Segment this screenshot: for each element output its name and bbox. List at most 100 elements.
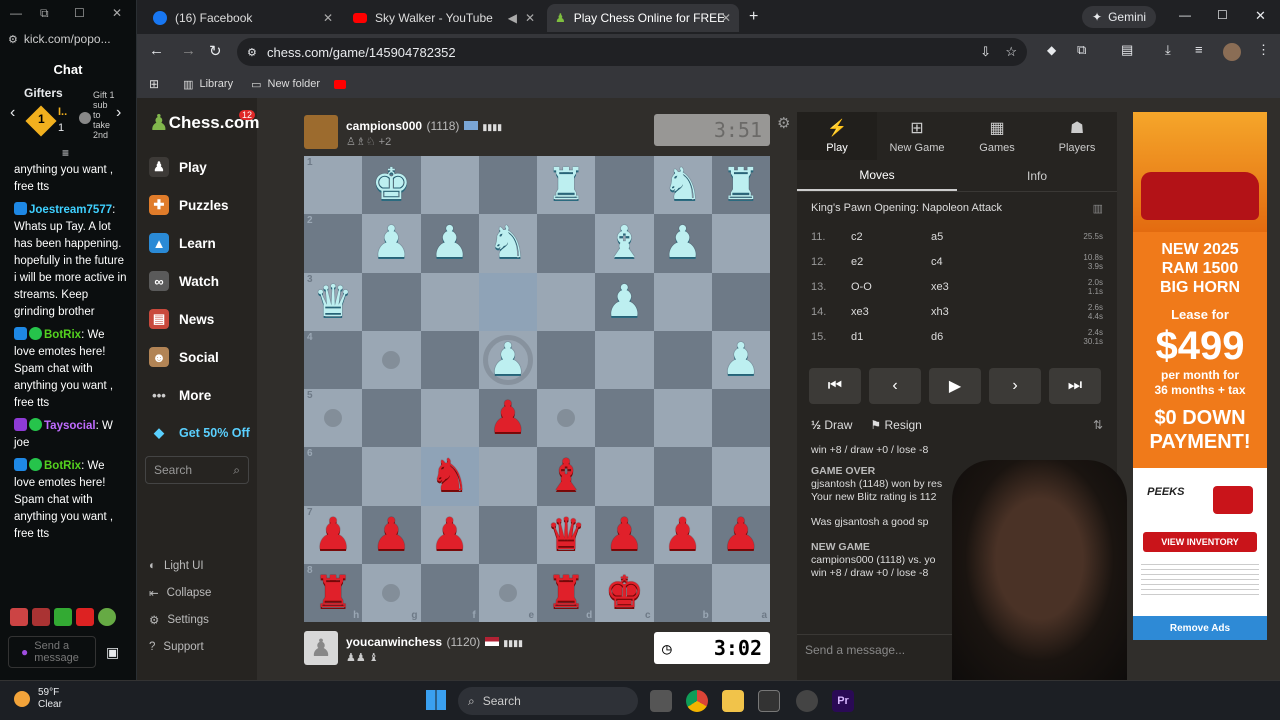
opening-name[interactable]: King's Pawn Opening: Napoleon Attack [811,202,1002,214]
file-explorer-icon[interactable] [722,690,744,712]
last-move-button[interactable]: ⏭ [1049,368,1101,404]
gemini-button[interactable]: ✦ Gemini [1082,6,1157,28]
board-square[interactable]: ♞ [478,214,537,273]
board-square[interactable]: ♟ [478,389,537,448]
board-square[interactable] [478,505,537,564]
red-pawn-icon[interactable]: ♟ [488,396,527,440]
avatar[interactable] [1223,43,1241,61]
red-pawn-icon[interactable]: ♟ [663,512,702,557]
maximize-icon[interactable]: ☐ [74,6,85,20]
kick-url-bar[interactable]: ⚙ kick.com/popo... [8,32,111,46]
board-square[interactable] [711,447,770,506]
board-square[interactable]: ♝ [595,214,654,273]
reload-icon[interactable]: ↻ [209,42,222,60]
play-button[interactable]: ▶ [929,368,981,404]
settings-link[interactable]: ⚙ Settings [137,606,257,633]
board-square[interactable]: ♟ [595,272,654,331]
move-hint-dot[interactable] [382,350,401,369]
new-tab-icon[interactable]: + [749,8,758,26]
board-square[interactable] [478,272,537,331]
book-icon[interactable]: ▥ [1093,202,1103,215]
close-tab-icon[interactable]: ✕ [721,11,731,25]
board-square[interactable] [420,330,479,389]
close-icon[interactable]: ✕ [112,6,122,20]
board-square[interactable]: 4 [304,330,363,389]
board-square[interactable]: ♜ [711,156,770,215]
board-square[interactable]: 5 [304,389,363,448]
board-square[interactable]: ♞ [653,156,712,215]
board-square[interactable] [537,389,596,448]
site-info-icon[interactable]: ⚙ [247,46,257,59]
board-square[interactable] [653,447,712,506]
move-hint-dot[interactable] [324,409,343,428]
view-inventory-button[interactable]: VIEW INVENTORY [1143,532,1257,552]
close-tab-icon[interactable]: ✕ [525,11,535,25]
board-square[interactable]: ♟ [711,330,770,389]
address-bar[interactable]: ⚙ chess.com/game/145904782352 ⇩ ☆ [237,38,1027,66]
red-pawn-icon[interactable]: ♟ [372,512,411,557]
board-square[interactable]: ♟ [711,505,770,564]
star-icon[interactable]: ☆ [1005,44,1017,60]
board-square[interactable] [653,330,712,389]
first-move-button[interactable]: ⏮ [809,368,861,404]
kick-send-input[interactable]: ● Send a message [8,636,96,668]
support-link[interactable]: ? Support [137,633,257,660]
draw-button[interactable]: ½ Draw [811,418,852,432]
board-square[interactable] [595,389,654,448]
tab-games[interactable]: ▦ Games [957,112,1037,160]
emote-icon[interactable] [10,608,28,626]
youtube-icon[interactable] [334,79,347,89]
white-pawn-icon[interactable]: ♟ [430,221,469,265]
red-pawn-icon[interactable]: ♟ [313,512,352,557]
white-move[interactable]: d1 [851,331,931,343]
board-square[interactable]: ♛ 3 [304,272,363,331]
promo-link[interactable]: ◆ Get 50% Off [137,414,257,452]
board-square[interactable] [595,447,654,506]
tab-youtube[interactable]: Sky Walker - YouTube ◀ ✕ [345,4,543,32]
board-square[interactable] [420,389,479,448]
nav-news[interactable]: ▤ News [137,300,257,338]
microphone-icon[interactable]: ● [21,645,28,659]
collapse-button[interactable]: ⇤ Collapse [137,579,257,606]
premiere-icon[interactable]: Pr [832,690,854,712]
tab-moves[interactable]: Moves [797,160,957,191]
sidebar-search[interactable]: Search ⌕ [145,456,249,484]
speaker-icon[interactable]: ◀ [508,11,517,25]
board-square[interactable]: f [420,563,479,622]
nav-puzzles[interactable]: ✚ Puzzles [137,186,257,224]
chevron-right-icon[interactable]: › [116,104,121,122]
board-square[interactable] [478,156,537,215]
board-square[interactable]: ♟ [420,214,479,273]
white-rook-icon[interactable]: ♜ [721,163,760,207]
notification-badge[interactable]: 12 [239,110,256,120]
board-square[interactable] [537,214,596,273]
board-square[interactable]: ♝ [537,447,596,506]
close-tab-icon[interactable]: ✕ [323,11,333,25]
bookmark-new-folder[interactable]: New folder [268,78,321,90]
close-icon[interactable]: ✕ [1255,8,1266,24]
board-square[interactable]: 2 [304,214,363,273]
board-square[interactable]: ♜ [537,156,596,215]
emote-icon[interactable] [98,608,116,626]
board-square[interactable] [537,330,596,389]
board-square[interactable]: ♞ [420,447,479,506]
forward-icon[interactable]: → [181,42,196,59]
puzzle-icon[interactable]: ⧉ [1077,42,1086,58]
camera-app-icon[interactable] [758,690,780,712]
white-move[interactable]: O-O [851,281,931,293]
board-square[interactable] [362,272,421,331]
red-pawn-icon[interactable]: ♟ [430,512,469,557]
tab-facebook[interactable]: (16) Facebook ✕ [145,4,341,32]
white-queen-icon[interactable]: ♛ [313,279,352,324]
bottom-player-name[interactable]: youcanwinchess [346,635,442,649]
emote-icon[interactable] [76,608,94,626]
next-move-button[interactable]: › [989,368,1041,404]
capture-hint-ring[interactable] [482,334,533,385]
resign-button[interactable]: ⚑ Resign [870,418,921,432]
minimize-icon[interactable]: — [10,6,22,20]
previous-move-button[interactable]: ‹ [869,368,921,404]
board-square[interactable] [537,272,596,331]
white-bishop-icon[interactable]: ♝ [605,221,644,265]
chrome-icon[interactable] [686,690,708,712]
taskbar-search[interactable]: ⌕ Search [458,687,638,715]
